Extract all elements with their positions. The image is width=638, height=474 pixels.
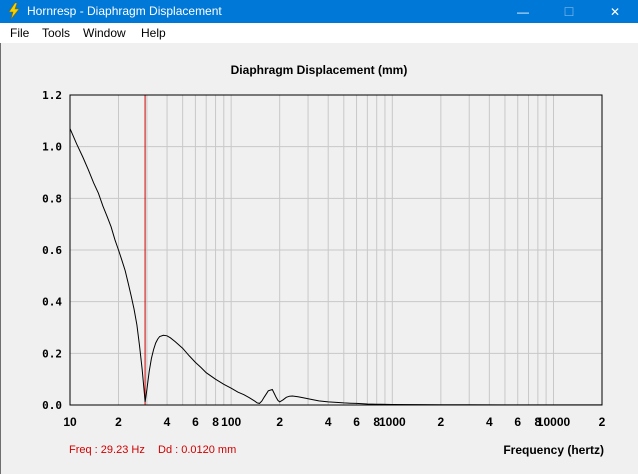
x-tick-label: 2 xyxy=(599,415,606,429)
x-tick-label: 10 xyxy=(63,415,77,429)
y-tick-label: 0.6 xyxy=(42,244,62,257)
x-tick-label: 6 xyxy=(192,415,199,429)
y-tick-label: 0.8 xyxy=(42,192,62,205)
x-tick-label: 4 xyxy=(325,415,332,429)
x-tick-label: 2 xyxy=(276,415,283,429)
x-tick-label: 2 xyxy=(115,415,122,429)
x-tick-label: 4 xyxy=(164,415,171,429)
x-tick-label: 100 xyxy=(221,415,241,429)
y-tick-label: 1.2 xyxy=(42,89,62,102)
x-axis-ticks: 10 2 4 6 8 100 2 4 6 81000 2 4 6 810000 2 xyxy=(63,415,605,429)
y-tick-label: 0.2 xyxy=(42,347,62,360)
cursor-frequency-readout: Freq : 29.23 Hz xyxy=(69,444,145,456)
y-axis-ticks: 0.0 0.2 0.4 0.6 0.8 1.0 1.2 xyxy=(42,89,62,412)
x-tick-label: 8 xyxy=(212,415,219,429)
displacement-curve xyxy=(69,128,602,406)
grid-lines xyxy=(70,95,602,405)
cursor-displacement-readout: Dd : 0.0120 mm xyxy=(158,444,237,456)
x-tick-label: 6 xyxy=(514,415,521,429)
x-tick-label: 2 xyxy=(437,415,444,429)
curve-layer xyxy=(69,128,602,406)
x-tick-label: 10000 xyxy=(537,415,571,429)
displacement-chart: 0.00.20.40.60.81.01.2 10 2 4 6 8 100 2 4 6 81000 2… xyxy=(42,89,606,429)
x-tick-label: 1000 xyxy=(379,415,406,429)
x-tick-label: 4 xyxy=(486,415,493,429)
x-axis-label: Frequency (hertz) xyxy=(503,443,604,457)
x-tick-label: 6 xyxy=(353,415,360,429)
y-tick-label: 0.4 xyxy=(42,296,62,309)
y-tick-label: 1.0 xyxy=(42,141,62,154)
y-tick-label: 0.0 xyxy=(42,399,62,412)
